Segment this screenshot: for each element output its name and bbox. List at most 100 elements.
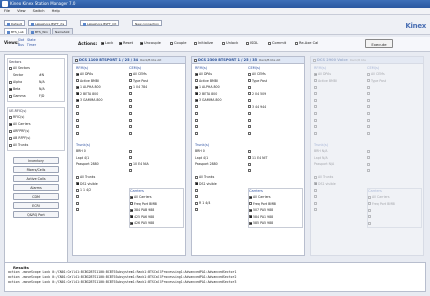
carrier-row[interactable] (314, 194, 366, 201)
trunk-right-row[interactable] (248, 148, 303, 155)
carrier-detail-row[interactable]: All Carriers (249, 194, 302, 201)
cem-row[interactable]: 3 44 944 (248, 104, 303, 111)
trunk-right-row[interactable]: 11 E4 NIT (248, 155, 303, 162)
rfm-row[interactable] (314, 111, 366, 118)
cem-row[interactable]: All CEMs (129, 71, 184, 78)
action-commit-checkbox[interactable]: Commit (268, 41, 286, 45)
rfm-row[interactable]: 2 BETA 800 (195, 91, 247, 98)
trunk-right-row[interactable] (367, 168, 422, 175)
carrier-detail-row[interactable]: 384 PAB 988 (130, 207, 183, 214)
qrq-port-button[interactable]: Q&RQ Port (13, 211, 59, 218)
carrier-row[interactable] (195, 207, 247, 214)
menu-file[interactable]: File (4, 9, 10, 13)
trunk-right-row[interactable] (129, 155, 184, 162)
rfm-row[interactable] (195, 117, 247, 124)
carrier-detail-row[interactable]: 507 PA5 988 (249, 207, 302, 214)
cem-row[interactable] (129, 124, 184, 131)
cem-row[interactable]: 2 04 509 (248, 91, 303, 98)
cem-row[interactable] (248, 97, 303, 104)
rfm-row[interactable] (314, 91, 366, 98)
cem-row[interactable] (367, 124, 422, 131)
ue-ab-rfpf-checkbox[interactable]: AB RFPF(s) (9, 135, 63, 142)
trunk-right-row[interactable] (248, 161, 303, 168)
sector-all-checkbox[interactable]: All Sectors (9, 65, 63, 72)
rfm-row[interactable] (314, 104, 366, 111)
menu-switch[interactable]: Switch (33, 9, 45, 13)
ue-arfprf-checkbox[interactable]: ARFPRF(s) (9, 128, 63, 135)
rack-header[interactable]: DCS 2300 BTSPORT 1 / 25 / 35 Rack/B bte A… (192, 57, 304, 64)
carrier-row[interactable] (314, 187, 366, 194)
trunk-right-row[interactable] (367, 155, 422, 162)
ecri-button[interactable]: ECRI (13, 202, 59, 209)
rfm-row[interactable] (195, 104, 247, 111)
rfm-row[interactable] (76, 117, 128, 124)
tab-nameslot[interactable]: NameSlot (52, 28, 73, 34)
carrier-row[interactable]: R 1 4/4 (195, 200, 247, 207)
cem-row[interactable] (129, 117, 184, 124)
carrier-row[interactable] (314, 200, 366, 207)
inventory-button[interactable]: Inventory (13, 157, 59, 164)
view-link-bus[interactable]: Bus (18, 43, 24, 47)
rfm-row[interactable] (195, 124, 247, 131)
cem-row[interactable]: Type Post (248, 78, 303, 85)
rfm-row[interactable] (314, 97, 366, 104)
fibers-cells-button[interactable]: Fibers/Cells (13, 166, 59, 173)
cem-row[interactable]: Type Post (367, 78, 422, 85)
cem-row[interactable] (248, 117, 303, 124)
cem-row[interactable] (367, 111, 422, 118)
sector-alpha-checkbox[interactable]: Alpha N/A (9, 79, 63, 86)
rfm-row[interactable]: Active BMBI (76, 78, 128, 85)
trunk-right-row[interactable] (367, 161, 422, 168)
carrier-row[interactable]: All Trunks (195, 174, 247, 181)
cem-row[interactable] (248, 111, 303, 118)
carrier-detail-row[interactable]: 425 PA6 988 (130, 214, 183, 221)
trunk-right-row[interactable] (367, 148, 422, 155)
action-uncouple-checkbox[interactable]: Uncouple (140, 41, 161, 45)
execute-button[interactable]: Execute (365, 39, 393, 48)
toolbar-default-button[interactable]: Default (4, 20, 25, 26)
rfm-row[interactable]: 1 ALPHA 800 (195, 84, 247, 91)
sector-beta-checkbox[interactable]: Beta N/A (9, 86, 63, 93)
cem-row[interactable] (129, 91, 184, 98)
rfm-row[interactable]: All DPAs (195, 71, 247, 78)
rfm-row[interactable] (195, 111, 247, 118)
cem-row[interactable] (248, 84, 303, 91)
cem-row[interactable]: Type Post (129, 78, 184, 85)
action-re-axe-cal-checkbox[interactable]: Re-Axe Cal (295, 41, 318, 45)
carrier-row[interactable] (76, 200, 128, 207)
carrier-row[interactable] (76, 207, 128, 214)
rfm-row[interactable] (76, 111, 128, 118)
cem-row[interactable] (367, 104, 422, 111)
carrier-detail-row[interactable]: 585 PA5 988 (249, 220, 302, 227)
carrier-row[interactable] (314, 207, 366, 214)
trunk-right-row[interactable] (129, 148, 184, 155)
carrier-detail-row[interactable]: 584 PA1 988 (249, 214, 302, 221)
rfm-row[interactable]: 2 BETA 800 (76, 91, 128, 98)
action-initialize-checkbox[interactable]: Initialize (194, 41, 213, 45)
trunk-right-row[interactable] (129, 168, 184, 175)
action-unlock-checkbox[interactable]: Unlock (222, 41, 238, 45)
cem-row[interactable] (129, 130, 184, 137)
rfm-row[interactable]: Active BMBI (195, 78, 247, 85)
rack-header[interactable]: DCS 1100 BTSPORT 1 / 25 / 34 Rack/B bte A… (73, 57, 185, 64)
cdm-button[interactable]: CDM (13, 193, 59, 200)
rack-header[interactable]: DCS 2900 Voice Rack/B bte (311, 57, 423, 64)
cem-row[interactable]: 1 04 784 (129, 84, 184, 91)
rfm-row[interactable]: All DPAs (76, 71, 128, 78)
view-link-slot[interactable]: Slot (18, 38, 24, 42)
carrier-detail-row[interactable] (368, 207, 421, 214)
carrier-row[interactable]: All Trunks (76, 174, 128, 181)
rfm-row[interactable]: 1 ALPHA 800 (76, 84, 128, 91)
carrier-detail-row[interactable]: Freq Port BMBI (249, 201, 302, 208)
view-link-state[interactable]: State (27, 38, 35, 42)
rfm-row[interactable] (314, 84, 366, 91)
rfm-row[interactable] (76, 104, 128, 111)
ue-rfic-checkbox[interactable]: RFIC(s) (9, 114, 63, 121)
action-couple-checkbox[interactable]: Couple (170, 41, 186, 45)
rfm-row[interactable]: All DPAs (314, 71, 366, 78)
cem-row[interactable]: All CEMs (248, 71, 303, 78)
rfm-row[interactable]: Active BMBI (314, 78, 366, 85)
rfm-row[interactable] (76, 124, 128, 131)
toolbar-connection-1-button[interactable]: Lakeshore BSFT_rts (28, 20, 68, 26)
rfm-row[interactable] (314, 117, 366, 124)
